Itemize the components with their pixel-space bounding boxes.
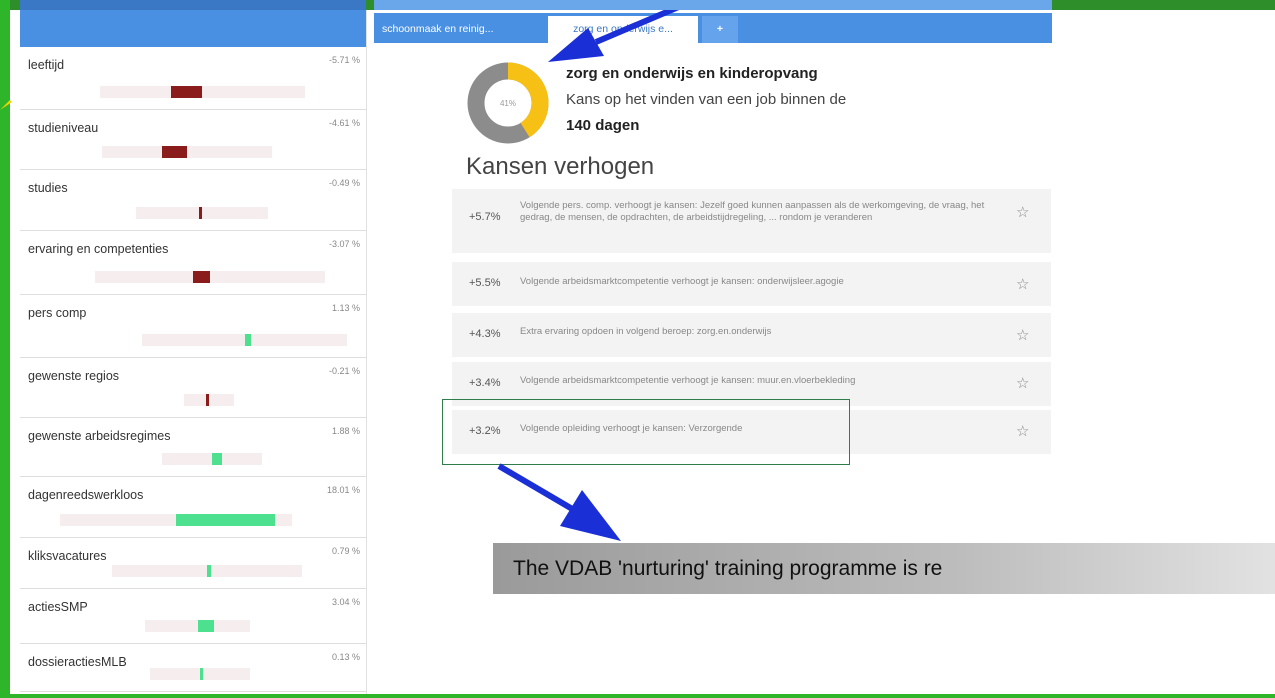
tip-text: Volgende arbeidsmarktcompetentie verhoog… bbox=[520, 375, 856, 386]
factor-name: studieniveau bbox=[28, 121, 99, 135]
tab-schoonmaak[interactable]: schoonmaak en reinig... bbox=[374, 16, 544, 43]
factor-pct: -3.07 % bbox=[328, 239, 360, 249]
factor-bar-track bbox=[145, 620, 250, 632]
star-icon[interactable]: ☆ bbox=[1016, 326, 1029, 344]
factor-name: gewenste arbeidsregimes bbox=[28, 429, 171, 443]
factor-bar-track bbox=[60, 514, 292, 526]
factor-name: kliksvacatures bbox=[28, 549, 107, 563]
factor-name: ervaring en competenties bbox=[28, 242, 169, 256]
tip-text: Volgende pers. comp. verhoogt je kansen:… bbox=[520, 200, 985, 223]
factor-bar-positive bbox=[207, 565, 212, 577]
factor-pct: 18.01 % bbox=[326, 485, 360, 495]
factor-bar-positive bbox=[200, 668, 203, 680]
tip-text: Extra ervaring opdoen in volgend beroep:… bbox=[520, 326, 772, 337]
factor-name: actiesSMP bbox=[28, 600, 88, 614]
top-strip bbox=[0, 0, 1275, 10]
factor-row: studieniveau -4.61 % bbox=[20, 110, 366, 170]
star-icon[interactable]: ☆ bbox=[1016, 275, 1029, 293]
tip-pct: +4.3% bbox=[469, 328, 501, 340]
factor-pct: 3.04 % bbox=[331, 597, 360, 607]
tab-zorg-onderwijs[interactable]: zorg en onderwijs e... bbox=[548, 16, 698, 43]
factor-sidebar: leeftijd -5.71 % studieniveau -4.61 % studie… bbox=[20, 10, 367, 694]
factor-name: dossieractiesMLB bbox=[28, 655, 127, 669]
factor-name: gewenste regios bbox=[28, 369, 120, 383]
factor-pct: 1.88 % bbox=[331, 426, 360, 436]
factor-pct: -0.49 % bbox=[328, 178, 360, 188]
factor-row: dossieractiesMLB 0.13 % bbox=[20, 644, 366, 692]
sidebar-header bbox=[20, 10, 366, 47]
tip-text: Volgende arbeidsmarktcompetentie verhoog… bbox=[520, 276, 844, 287]
tip-item[interactable]: +5.5% Volgende arbeidsmarktcompetentie v… bbox=[452, 262, 1051, 306]
tab-bar: schoonmaak en reinig... zorg en onderwij… bbox=[374, 13, 1052, 43]
factor-row: ervaring en competenties -3.07 % bbox=[20, 231, 366, 295]
section-title: Kansen verhogen bbox=[466, 153, 655, 180]
factor-pct: 0.13 % bbox=[331, 652, 360, 662]
factor-row: gewenste arbeidsregimes 1.88 % bbox=[20, 418, 366, 477]
factor-bar-negative bbox=[171, 86, 203, 98]
star-icon[interactable]: ☆ bbox=[1016, 374, 1029, 392]
highlight-box bbox=[442, 399, 850, 465]
factor-bar-track bbox=[142, 334, 347, 346]
factor-pct: 0.79 % bbox=[331, 546, 360, 556]
factor-bar-track bbox=[100, 86, 305, 98]
factor-row: pers comp 1.13 % bbox=[20, 295, 366, 358]
factor-row: studies -0.49 % bbox=[20, 170, 366, 231]
job-chance-text: Kans op het vinden van een job binnen de bbox=[566, 91, 847, 108]
add-tab-button[interactable]: + bbox=[702, 16, 738, 43]
tip-item[interactable]: +4.3% Extra ervaring opdoen in volgend b… bbox=[452, 313, 1051, 357]
factor-row: gewenste regios -0.21 % bbox=[20, 358, 366, 418]
factor-name: leeftijd bbox=[28, 58, 65, 72]
factor-bar-track bbox=[95, 271, 325, 283]
factor-row: leeftijd -5.71 % bbox=[20, 47, 366, 110]
factor-bar-track bbox=[136, 207, 268, 219]
factor-bar-negative bbox=[206, 394, 209, 406]
factor-pct: -5.71 % bbox=[328, 55, 360, 65]
donut-label: 41% bbox=[500, 99, 516, 108]
factor-row: actiesSMP 3.04 % bbox=[20, 589, 366, 644]
factor-bar-track bbox=[150, 668, 250, 680]
arrow-tip-icon bbox=[0, 100, 12, 110]
tip-pct: +5.7% bbox=[469, 211, 501, 223]
factor-bar-track bbox=[102, 146, 272, 158]
caption-text: The VDAB 'nurturing' training programme … bbox=[513, 557, 943, 580]
factor-bar-positive bbox=[197, 620, 215, 632]
star-icon[interactable]: ☆ bbox=[1016, 422, 1029, 440]
factor-name: studies bbox=[28, 181, 68, 195]
caption-banner: The VDAB 'nurturing' training programme … bbox=[493, 543, 1275, 594]
factor-bar-positive bbox=[176, 514, 276, 526]
factor-pct: -4.61 % bbox=[328, 118, 360, 128]
factor-bar-positive bbox=[212, 453, 223, 465]
factor-row: kliksvacatures 0.79 % bbox=[20, 538, 366, 589]
tip-pct: +3.4% bbox=[469, 377, 501, 389]
factor-bar-negative bbox=[161, 146, 187, 158]
factor-name: pers comp bbox=[28, 306, 87, 320]
factor-bar-positive bbox=[244, 334, 251, 346]
factor-bar-track bbox=[184, 394, 234, 406]
factor-bar-track bbox=[112, 565, 302, 577]
factor-bar-track bbox=[162, 453, 262, 465]
factor-name: dagenreedswerkloos bbox=[28, 488, 144, 502]
job-days: 140 dagen bbox=[566, 117, 640, 134]
chance-donut: 41% bbox=[467, 62, 549, 144]
factor-bar-negative bbox=[193, 271, 210, 283]
factor-pct: 1.13 % bbox=[331, 303, 360, 313]
job-title: zorg en onderwijs en kinderopvang bbox=[566, 65, 818, 82]
factor-list: leeftijd -5.71 % studieniveau -4.61 % studie… bbox=[20, 47, 366, 692]
arrow-to-caption-icon bbox=[497, 463, 621, 541]
star-icon[interactable]: ☆ bbox=[1016, 203, 1029, 221]
tip-pct: +5.5% bbox=[469, 277, 501, 289]
factor-bar-negative bbox=[199, 207, 202, 219]
factor-row: dagenreedswerkloos 18.01 % bbox=[20, 477, 366, 538]
tip-item[interactable]: +5.7% Volgende pers. comp. verhoogt je k… bbox=[452, 189, 1051, 253]
factor-pct: -0.21 % bbox=[328, 366, 360, 376]
